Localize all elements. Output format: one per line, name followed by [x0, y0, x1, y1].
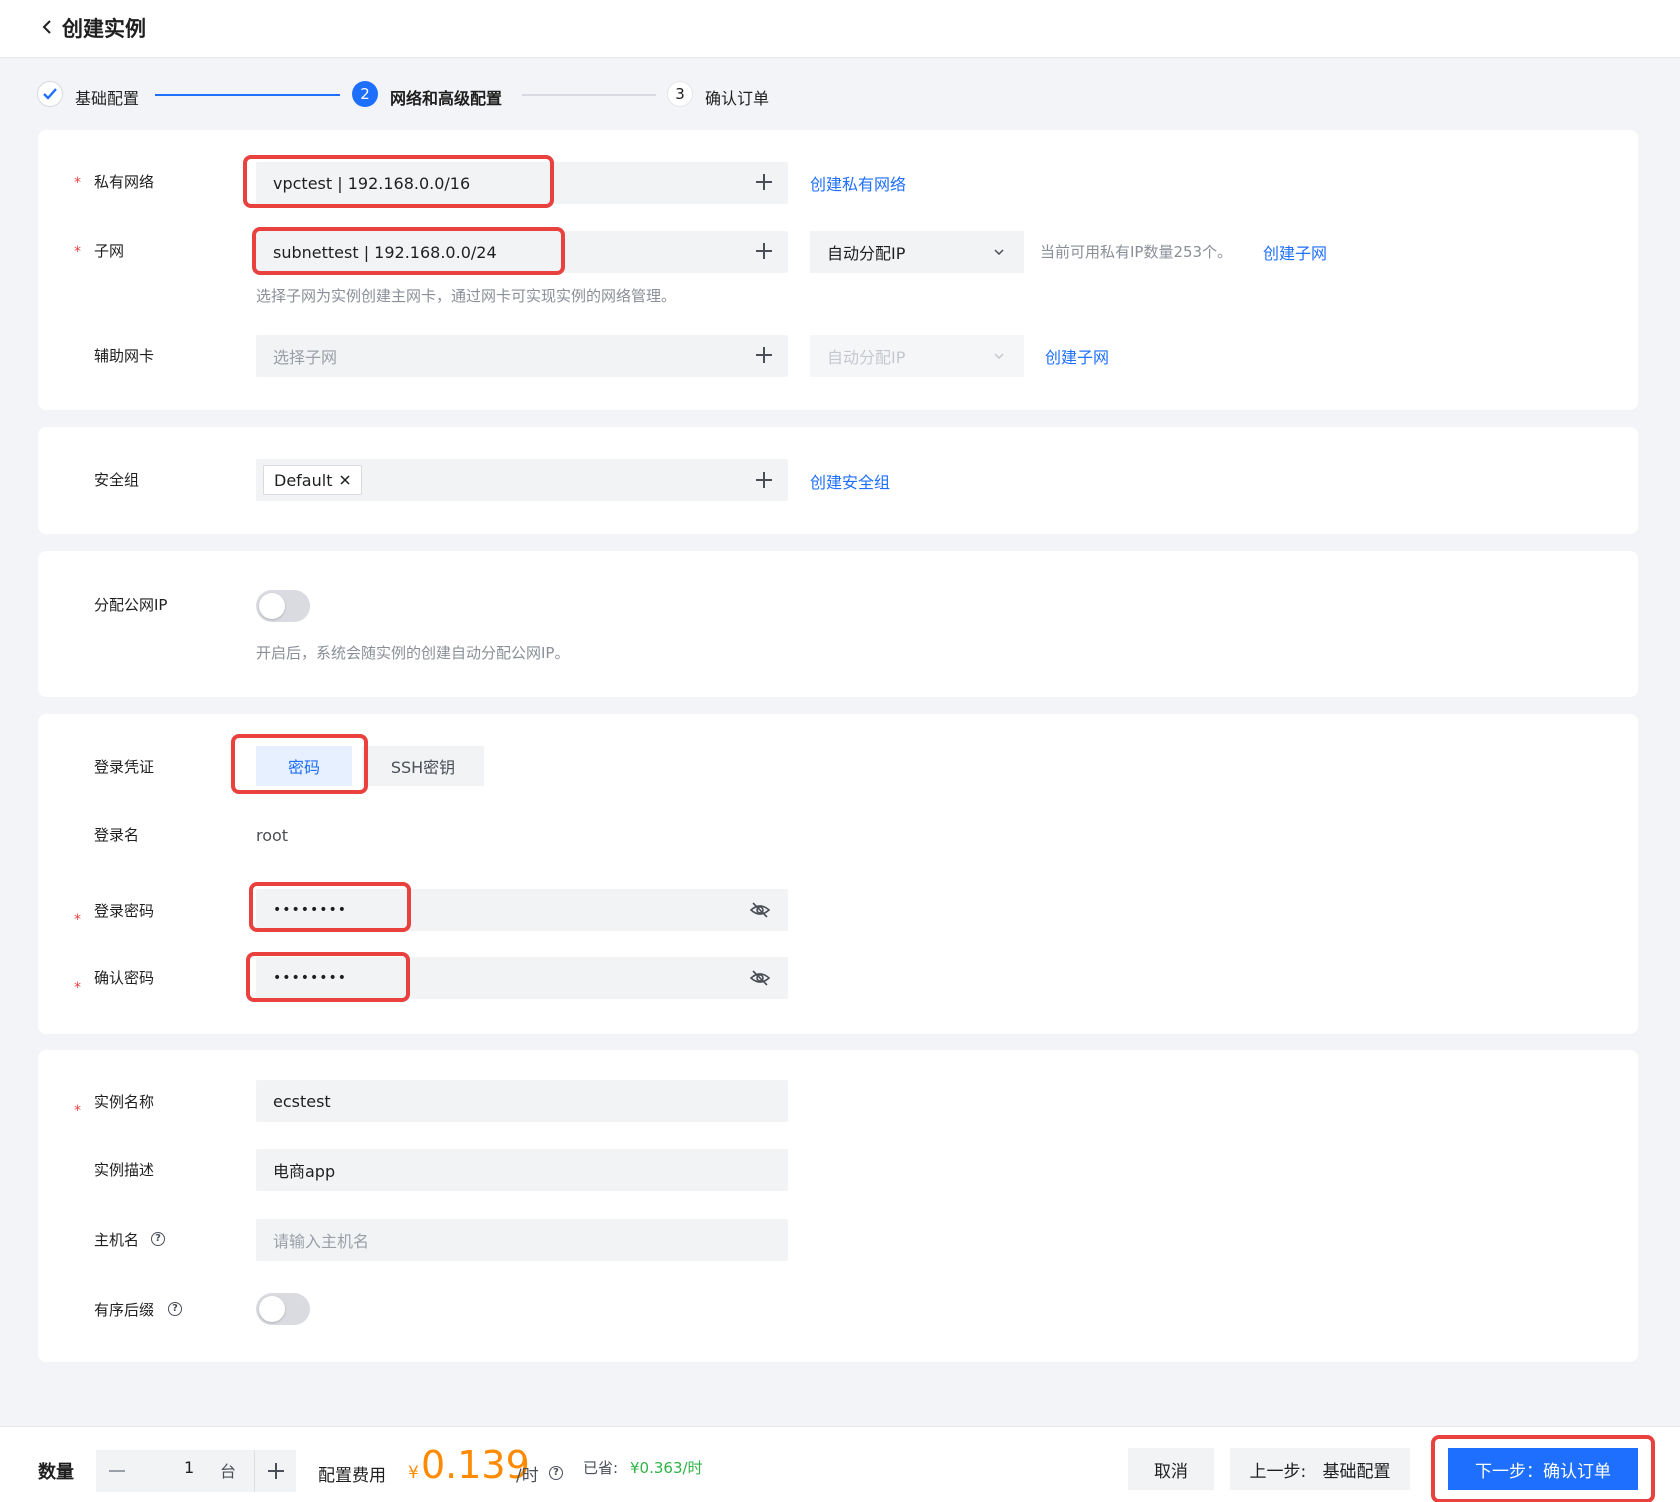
price-unit: /时	[516, 1466, 539, 1486]
cost-label: 配置费用	[318, 1466, 386, 1486]
secondary-nic-select[interactable]: 选择子网	[256, 335, 788, 377]
credential-option-ssh-key[interactable]: SSH密钥	[362, 746, 484, 786]
secondary-ip-mode-value: 自动分配IP	[827, 348, 906, 367]
required-mark: *	[74, 1103, 81, 1119]
login-credential-label: 登录凭证	[94, 758, 155, 776]
step-3-label: 确认订单	[705, 89, 770, 108]
secondary-nic-label: 辅助网卡	[94, 347, 155, 365]
step-3-number: 3	[667, 81, 693, 107]
quantity-increase-button[interactable]	[256, 1450, 296, 1492]
login-username-label: 登录名	[94, 826, 140, 844]
check-icon	[43, 88, 57, 100]
instance-desc-input[interactable]: 电商app	[256, 1149, 788, 1191]
vpc-select[interactable]: vpctest | 192.168.0.0/16	[256, 162, 788, 204]
step-1-label: 基础配置	[75, 89, 140, 108]
subnet-hint: 选择子网为实例创建主网卡，通过网卡可实现实例的网络管理。	[256, 287, 677, 305]
page-title: 创建实例	[62, 17, 146, 41]
required-mark: *	[74, 980, 81, 996]
step-2-number: 2	[352, 81, 378, 107]
subnet-select[interactable]: subnettest | 192.168.0.0/24	[256, 231, 788, 273]
create-subnet-link[interactable]: 创建子网	[1263, 240, 1327, 264]
quantity-unit: 台	[220, 1462, 237, 1481]
minus-icon	[109, 1470, 125, 1472]
security-group-add-icon[interactable]	[756, 472, 772, 488]
quantity-label: 数量	[38, 1462, 74, 1483]
quantity-value[interactable]: 1	[184, 1458, 194, 1477]
stepper-divider	[254, 1450, 255, 1492]
saved-value: ¥0.363/时	[630, 1459, 703, 1477]
subnet-ip-mode-select[interactable]: 自动分配IP	[810, 231, 1024, 273]
help-icon[interactable]: ?	[549, 1466, 563, 1480]
close-icon[interactable]	[339, 474, 351, 486]
page-header: 创建实例	[0, 0, 1680, 58]
eye-hidden-icon[interactable]	[750, 901, 770, 919]
security-group-tag: Default	[263, 465, 363, 495]
help-icon[interactable]: ?	[168, 1302, 182, 1316]
credential-option-password[interactable]: 密码	[256, 746, 352, 786]
ordered-suffix-toggle[interactable]	[256, 1293, 310, 1325]
price-currency: ¥	[408, 1463, 419, 1483]
subnet-ip-mode-value: 自动分配IP	[827, 244, 906, 263]
secondary-ip-mode-select[interactable]: 自动分配IP	[810, 335, 1024, 377]
hostname-input[interactable]: 请输入主机名	[256, 1219, 788, 1261]
confirm-password-label: 确认密码	[94, 969, 155, 987]
public-ip-hint: 开启后，系统会随实例的创建自动分配公网IP。	[256, 644, 570, 662]
step-2-label: 网络和高级配置	[390, 89, 503, 108]
chevron-down-icon	[994, 353, 1004, 360]
required-mark: *	[74, 175, 81, 191]
prev-step-button[interactable]: 上一步: 基础配置	[1230, 1448, 1410, 1490]
ordered-suffix-label: 有序后缀	[94, 1301, 155, 1319]
required-mark: *	[74, 912, 81, 928]
public-ip-label: 分配公网IP	[94, 596, 168, 614]
eye-hidden-icon[interactable]	[750, 969, 770, 987]
public-ip-card	[38, 551, 1638, 697]
vpc-label: 私有网络	[94, 173, 155, 191]
instance-name-label: 实例名称	[94, 1093, 155, 1111]
security-group-tag-label: Default	[274, 470, 333, 490]
toggle-knob	[259, 1296, 285, 1322]
create-security-group-link[interactable]: 创建安全组	[810, 469, 890, 493]
instance-desc-label: 实例描述	[94, 1161, 155, 1179]
login-username-value: root	[256, 826, 289, 845]
back-arrow-icon[interactable]	[40, 17, 54, 37]
step-line-1	[155, 94, 340, 96]
confirm-password-input[interactable]: ••••••••	[256, 957, 788, 999]
instance-name-input[interactable]: ecstest	[256, 1080, 788, 1122]
saved-label: 已省:	[583, 1459, 619, 1477]
public-ip-toggle[interactable]	[256, 590, 310, 622]
create-subnet-link-2[interactable]: 创建子网	[1045, 344, 1109, 368]
login-password-input[interactable]: ••••••••	[256, 889, 788, 931]
help-icon[interactable]: ?	[151, 1232, 165, 1246]
quantity-decrease-button[interactable]	[96, 1450, 138, 1492]
hostname-label: 主机名	[94, 1231, 140, 1249]
create-vpc-link[interactable]: 创建私有网络	[810, 171, 906, 195]
plus-icon	[268, 1463, 284, 1479]
vpc-add-icon[interactable]	[756, 174, 772, 190]
subnet-add-icon[interactable]	[756, 243, 772, 259]
toggle-knob	[259, 593, 285, 619]
secondary-nic-add-icon[interactable]	[756, 347, 772, 363]
chevron-down-icon	[994, 249, 1004, 256]
step-1-done-icon	[37, 81, 63, 107]
required-mark: *	[74, 244, 81, 260]
price-value: 0.139	[421, 1443, 530, 1487]
cancel-button[interactable]: 取消	[1128, 1448, 1214, 1490]
security-group-label: 安全组	[94, 471, 140, 489]
next-step-button[interactable]: 下一步：确认订单	[1448, 1448, 1638, 1490]
step-line-2	[522, 94, 656, 96]
subnet-label: 子网	[94, 242, 125, 260]
available-ip-hint: 当前可用私有IP数量253个。	[1040, 243, 1233, 261]
login-password-label: 登录密码	[94, 902, 155, 920]
footer-bar: 数量 1 台 配置费用 ¥ 0.139 /时 ? 已省: ¥0.363/时 取消…	[0, 1426, 1680, 1502]
